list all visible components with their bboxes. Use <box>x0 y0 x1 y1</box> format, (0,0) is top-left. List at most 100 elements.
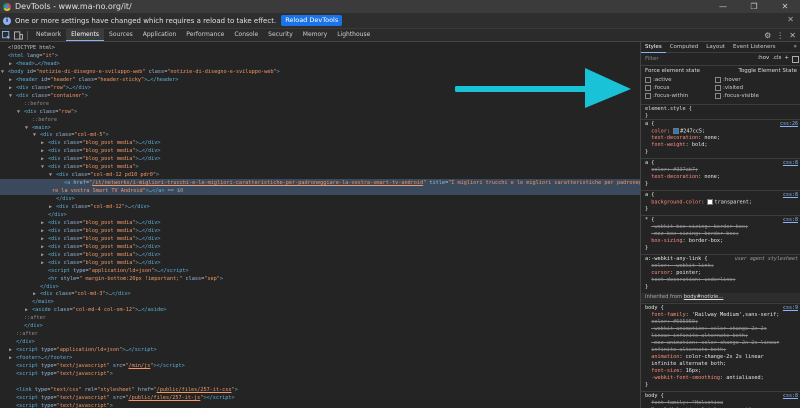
device-toolbar-icon[interactable] <box>12 29 24 41</box>
style-rule-block[interactable]: css:8 a { background-color: transparent;} <box>641 190 800 215</box>
dom-node-line[interactable]: ▼ <main> <box>0 124 640 132</box>
collapsed-triangle-icon[interactable]: ▶ <box>9 60 12 68</box>
expanded-triangle-icon[interactable]: ▼ <box>49 171 52 179</box>
close-button[interactable]: ✕ <box>770 0 800 13</box>
collapsed-triangle-icon[interactable]: ▶ <box>41 235 44 243</box>
collapsed-triangle-icon[interactable]: ▶ <box>41 227 44 235</box>
dom-node-line[interactable]: ▶ <div class="col-md-3">…</div> <box>0 290 640 298</box>
dom-node-line[interactable]: ::after <box>0 330 640 338</box>
dom-node-line[interactable]: <link type="text/css" rel="stylesheet" h… <box>0 386 640 394</box>
sidebar-tab-styles[interactable]: Styles <box>641 42 666 53</box>
pseudo-state-visited[interactable]: :visited <box>715 85 743 91</box>
restore-button[interactable]: ❐ <box>739 0 769 13</box>
dom-node-line[interactable]: ▼ <div class="col-md-5"> <box>0 131 640 139</box>
collapsed-triangle-icon[interactable]: ▶ <box>41 147 44 155</box>
collapsed-triangle-icon[interactable]: ▶ <box>41 155 44 163</box>
collapsed-triangle-icon[interactable]: ▶ <box>9 354 12 362</box>
checkbox[interactable] <box>715 93 721 99</box>
expanded-triangle-icon[interactable]: ▼ <box>9 92 12 100</box>
dom-node-line[interactable]: <a href="/it/networks/i-migliori-trucchi… <box>0 179 640 188</box>
dom-node-line[interactable]: ▼ <body id="notizie-di-disegno-e-sviluppo… <box>0 68 640 76</box>
pseudo-state-active[interactable]: :active <box>645 77 672 83</box>
checkbox[interactable] <box>645 85 651 91</box>
tab-performance[interactable]: Performance <box>181 29 229 41</box>
hov-toggle[interactable]: :hov <box>757 55 769 63</box>
collapsed-triangle-icon[interactable]: ▶ <box>41 259 44 267</box>
stylesheet-source-link[interactable]: css:9 <box>783 305 798 311</box>
tab-memory[interactable]: Memory <box>298 29 332 41</box>
sidebar-tab-layout[interactable]: Layout <box>702 42 729 52</box>
toggle-sidebar-icon[interactable] <box>792 56 799 63</box>
dom-node-line[interactable] <box>0 378 640 386</box>
dom-node-line[interactable]: ▶ <script type="application/ld+json">…</s… <box>0 346 640 354</box>
dom-node-line[interactable]: ::after <box>0 314 640 322</box>
checkbox[interactable] <box>645 77 651 83</box>
stylesheet-source-link[interactable]: css:26 <box>780 121 798 127</box>
dom-node-line[interactable]: </main> <box>0 298 640 306</box>
expanded-triangle-icon[interactable]: ▼ <box>41 163 44 171</box>
dom-node-line[interactable]: ▶ <div class="col-md-12">…</div> <box>0 203 640 211</box>
tab-console[interactable]: Console <box>229 29 263 41</box>
style-rule-block[interactable]: user agent stylesheet a:-webkit-any-link … <box>641 254 800 293</box>
style-rule-block[interactable]: css:9 body { font-family: 'Railway Medium… <box>641 303 800 391</box>
sidebar-tab-event-listeners[interactable]: Event Listeners <box>729 42 780 52</box>
settings-gear-icon[interactable]: ⚙ <box>764 31 771 40</box>
element-style-rule[interactable]: element.style {} <box>641 104 800 119</box>
pseudo-state-focus-within[interactable]: :focus-within <box>645 93 688 99</box>
collapsed-triangle-icon[interactable]: ▶ <box>41 251 44 259</box>
tab-elements[interactable]: Elements <box>66 29 105 41</box>
style-rule-block[interactable]: css:8body { font-family: "Helvetica Neue… <box>641 391 800 408</box>
stylesheet-source-link[interactable]: css:8 <box>783 160 798 166</box>
close-devtools-icon[interactable]: ✕ <box>789 31 796 40</box>
dom-node-line[interactable]: ▼ <div class="blog_post media"> <box>0 163 640 171</box>
dom-node-line[interactable]: ▶ <aside class="col-md-4 col-sm-12">…</as… <box>0 306 640 314</box>
dom-node-line[interactable]: ▼ <div class="row"> <box>0 108 640 116</box>
style-rule-block[interactable]: css:8 a { color: #337ab7; text-decoration… <box>641 158 800 190</box>
dom-node-line[interactable]: ▼ <div class="col-md-12 pd10 pdr0"> <box>0 171 640 179</box>
collapsed-triangle-icon[interactable]: ▶ <box>9 76 12 84</box>
dom-node-line[interactable]: </div> <box>0 338 640 346</box>
style-rule-block[interactable]: css:8 * { -webkit-box-sizing: border-box;… <box>641 215 800 254</box>
dom-node-line[interactable]: ▶ <div class="blog_post media">…</div> <box>0 259 640 267</box>
dom-node-line[interactable]: <script type="text/javascript" src="/pub… <box>0 394 640 402</box>
collapsed-triangle-icon[interactable]: ▶ <box>25 306 28 314</box>
dom-node-line[interactable]: ▶ <footer>…</footer> <box>0 354 640 362</box>
cls-toggle[interactable]: .cls <box>772 55 781 63</box>
expanded-triangle-icon[interactable]: ▼ <box>33 131 36 139</box>
stylesheet-source-link[interactable]: css:8 <box>783 393 798 399</box>
dom-node-line[interactable]: ▶ <div class="blog_post media">…</div> <box>0 251 640 259</box>
collapsed-triangle-icon[interactable]: ▶ <box>33 290 36 298</box>
dom-node-line[interactable]: ▶ <div class="blog_post media">…</div> <box>0 235 640 243</box>
tab-application[interactable]: Application <box>138 29 182 41</box>
dom-node-line[interactable]: ▼ <div class="container"> <box>0 92 640 100</box>
dom-node-line[interactable]: </div> <box>0 211 640 219</box>
expanded-triangle-icon[interactable]: ▼ <box>1 68 4 76</box>
dom-node-line[interactable]: </div> <box>0 283 640 291</box>
stylesheet-source-link[interactable]: css:8 <box>783 192 798 198</box>
inherited-link[interactable]: body#notizie… <box>684 294 724 300</box>
pseudo-state-hover[interactable]: :hover <box>715 77 741 83</box>
expanded-triangle-icon[interactable]: ▼ <box>17 108 20 116</box>
dom-node-line[interactable]: ▶ <div class="row">…</div> <box>0 84 640 92</box>
filter-input[interactable]: Filter <box>645 56 659 62</box>
dom-node-line[interactable]: </div> <box>0 195 640 203</box>
dom-node-line[interactable]: <script type="application/ld+json">…</sc… <box>0 267 640 275</box>
dom-node-line[interactable]: <script type="text/javascript"> <box>0 370 640 378</box>
dom-node-line[interactable]: </div> <box>0 322 640 330</box>
dom-node-line[interactable]: ▶ <div class="blog_post media">…</div> <box>0 147 640 155</box>
dom-node-line[interactable]: <!DOCTYPE html> <box>0 44 640 52</box>
dom-node-line[interactable]: ▶ <header id="header" class="header-stick… <box>0 76 640 84</box>
dom-node-line[interactable]: ▶ <div class="blog_post media">…</div> <box>0 139 640 147</box>
tab-sources[interactable]: Sources <box>104 29 138 41</box>
checkbox[interactable] <box>715 77 721 83</box>
dom-node-line[interactable]: <script type="text/javascript"> <box>0 402 640 408</box>
dom-node-line[interactable]: ::before <box>0 116 640 124</box>
dom-node-line[interactable]: ▶ <div class="blog_post media">…</div> <box>0 227 640 235</box>
reload-devtools-button[interactable]: Reload DevTools <box>281 15 343 26</box>
new-rule-icon[interactable]: + <box>784 55 789 63</box>
collapsed-triangle-icon[interactable]: ▶ <box>41 243 44 251</box>
dom-node-line[interactable]: <hr style=" margin-bottom:20px !importan… <box>0 275 640 283</box>
expanded-triangle-icon[interactable]: ▼ <box>25 124 28 132</box>
collapsed-triangle-icon[interactable]: ▶ <box>41 219 44 227</box>
sidebar-tab-computed[interactable]: Computed <box>666 42 703 52</box>
